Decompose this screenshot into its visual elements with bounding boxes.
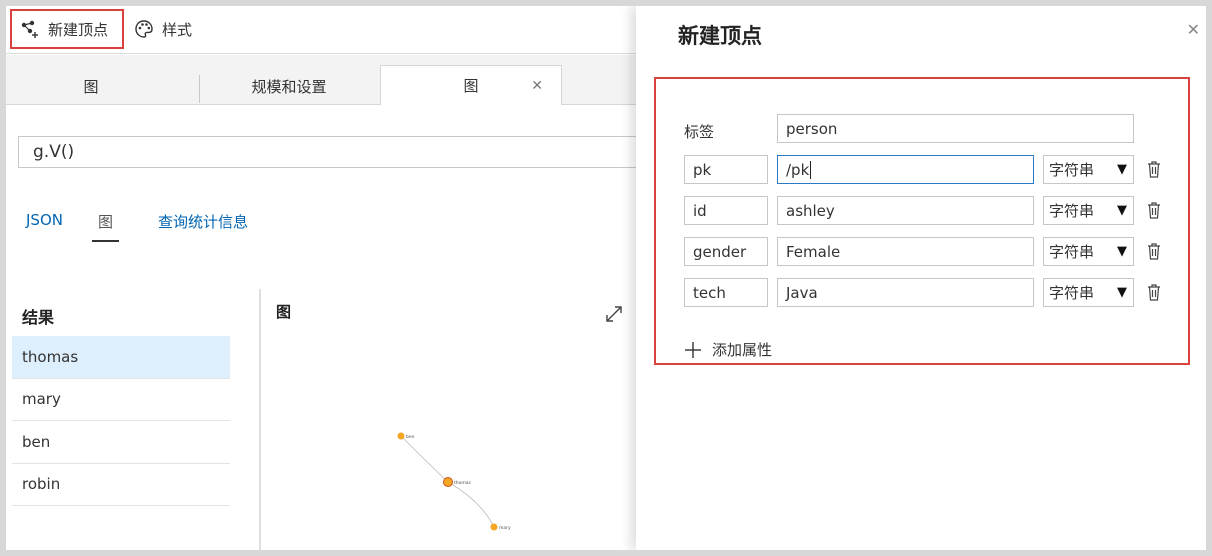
query-text: g.V() [33, 142, 75, 162]
subtab-json[interactable]: JSON [26, 211, 63, 229]
subtab-graph[interactable]: 图 [92, 211, 120, 242]
text-caret [810, 160, 812, 179]
property-value-field[interactable]: Java [777, 278, 1034, 307]
property-type-select[interactable]: 字符串 ▼ [1043, 196, 1134, 225]
tab-bar: 图 规模和设置 图 ✕ [6, 55, 636, 105]
property-value: Java [786, 283, 818, 302]
graph-node-mary[interactable] [490, 523, 498, 531]
expand-icon[interactable] [604, 304, 624, 324]
property-key-field[interactable]: pk [684, 155, 768, 184]
label-value: person [786, 119, 838, 138]
tab-scale-settings[interactable]: 规模和设置 [206, 67, 372, 105]
property-type: 字符串 [1049, 161, 1095, 179]
results-list: thomas mary ben robin [12, 336, 230, 506]
label-field[interactable]: person [777, 114, 1134, 143]
style-button[interactable]: 样式 [132, 9, 192, 49]
graph-node-thomas[interactable] [443, 477, 453, 487]
query-input[interactable]: g.V() [18, 136, 658, 168]
new-vertex-icon [21, 20, 38, 38]
dropdown-arrow-icon: ▼ [1117, 162, 1127, 177]
property-value: /pk [786, 160, 810, 179]
property-key-field[interactable]: id [684, 196, 768, 225]
graph-node-ben[interactable] [397, 432, 405, 440]
tab-label: 规模和设置 [251, 77, 327, 96]
tab-label: 图 [463, 77, 479, 95]
property-type-select[interactable]: 字符串 ▼ [1043, 155, 1134, 184]
new-vertex-button[interactable]: 新建顶点 [10, 9, 124, 49]
graph-title: 图 [276, 303, 292, 321]
list-item-label: thomas [22, 347, 79, 366]
property-value: ashley [786, 201, 835, 220]
tab-graph[interactable]: 图 [26, 67, 156, 105]
property-type: 字符串 [1049, 202, 1095, 220]
graph-edge [400, 435, 449, 483]
property-value-field[interactable]: /pk [777, 155, 1034, 184]
trash-icon[interactable] [1146, 242, 1162, 260]
property-type-select[interactable]: 字符串 ▼ [1043, 237, 1134, 266]
trash-icon[interactable] [1146, 201, 1162, 219]
tab-label: 图 [83, 77, 99, 96]
property-key: tech [693, 283, 726, 302]
property-value-field[interactable]: Female [777, 237, 1034, 266]
results-header: 结果 [22, 308, 55, 327]
list-item-label: robin [22, 475, 61, 494]
dropdown-arrow-icon: ▼ [1117, 285, 1127, 300]
splitter[interactable] [259, 289, 261, 550]
trash-icon[interactable] [1146, 283, 1162, 301]
label-caption: 标签 [684, 123, 715, 141]
property-type-select[interactable]: 字符串 ▼ [1043, 278, 1134, 307]
graph-node-label: ben [406, 434, 415, 440]
app-window: 新建顶点 样式 图 规模和设置 图 ✕ g.V() JSON 图 查询统计信息 … [6, 6, 1206, 550]
subtab-query-stats[interactable]: 查询统计信息 [158, 211, 248, 232]
palette-icon [135, 20, 153, 38]
add-property-label: 添加属性 [712, 341, 773, 359]
graph-edge [447, 481, 495, 528]
trash-icon[interactable] [1146, 160, 1162, 178]
property-type: 字符串 [1049, 284, 1095, 302]
list-item[interactable]: ben [12, 421, 230, 464]
dropdown-arrow-icon: ▼ [1117, 203, 1127, 218]
new-vertex-panel: 新建顶点 ✕ 标签 person pk /pk 字符串 ▼ id ashley 字… [636, 6, 1206, 550]
property-type: 字符串 [1049, 243, 1095, 261]
vertex-properties: 标签 person pk /pk 字符串 ▼ id ashley 字符串 ▼ gen… [654, 77, 1190, 365]
panel-title: 新建顶点 [678, 24, 762, 48]
property-key-field[interactable]: gender [684, 237, 768, 266]
new-vertex-label: 新建顶点 [48, 20, 109, 39]
plus-icon [685, 341, 701, 358]
graph-node-label: mary [499, 525, 511, 531]
list-item[interactable]: mary [12, 379, 230, 421]
tab-divider [199, 75, 200, 103]
property-value: Female [786, 242, 841, 261]
add-property-button[interactable]: 添加属性 [684, 339, 772, 360]
list-item[interactable]: thomas [12, 336, 230, 379]
graph-visualization[interactable]: ben thomas mary [386, 416, 526, 546]
style-label: 样式 [162, 20, 193, 39]
list-item-label: ben [22, 432, 51, 451]
property-key: gender [693, 242, 747, 261]
tab-graph-active[interactable]: 图 ✕ [380, 65, 562, 105]
list-item[interactable]: robin [12, 464, 230, 506]
graph-node-label: thomas [454, 480, 472, 486]
list-item-label: mary [22, 390, 61, 409]
tab-close-icon[interactable]: ✕ [531, 78, 543, 94]
property-key-field[interactable]: tech [684, 278, 768, 307]
property-key: id [693, 201, 707, 220]
dropdown-arrow-icon: ▼ [1117, 244, 1127, 259]
property-key: pk [693, 160, 712, 179]
close-icon[interactable]: ✕ [1187, 20, 1200, 39]
property-value-field[interactable]: ashley [777, 196, 1034, 225]
